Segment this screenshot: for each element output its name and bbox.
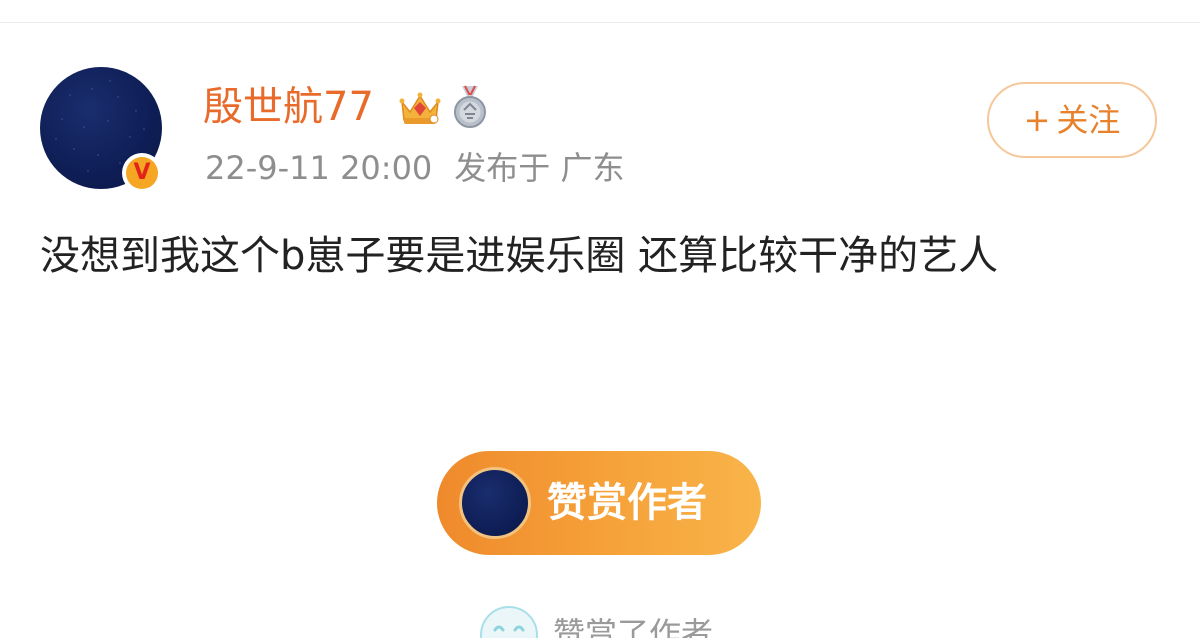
post-content: 没想到我这个b崽子要是进娱乐圈 还算比较干净的艺人: [40, 233, 999, 279]
verified-mark: V: [126, 157, 158, 189]
rewarded-text: 赞赏了作者: [553, 615, 714, 638]
weibo-post-page: V 殷世航77 22-9-11 20:00 发布于 广东 + 关注 没想到我这个b崽…: [0, 0, 1200, 638]
plus-icon: +: [1023, 101, 1051, 139]
post-timestamp: 22-9-11 20:00: [205, 149, 433, 187]
verified-badge-icon: V: [122, 153, 162, 193]
reward-author-button[interactable]: 赞赏作者: [437, 451, 761, 555]
smile-face-icon: [480, 606, 538, 638]
reward-author-avatar: [459, 467, 531, 539]
crown-icon: [399, 92, 441, 124]
post-source: 发布于 广东: [454, 149, 625, 187]
author-name[interactable]: 殷世航77: [203, 82, 374, 132]
post-meta: 22-9-11 20:00 发布于 广东: [205, 148, 624, 188]
medal-icon: [454, 85, 486, 128]
follow-button[interactable]: + 关注: [987, 82, 1157, 158]
follow-label: 关注: [1056, 101, 1121, 139]
reward-button-label: 赞赏作者: [547, 480, 707, 526]
top-divider: [0, 22, 1200, 23]
